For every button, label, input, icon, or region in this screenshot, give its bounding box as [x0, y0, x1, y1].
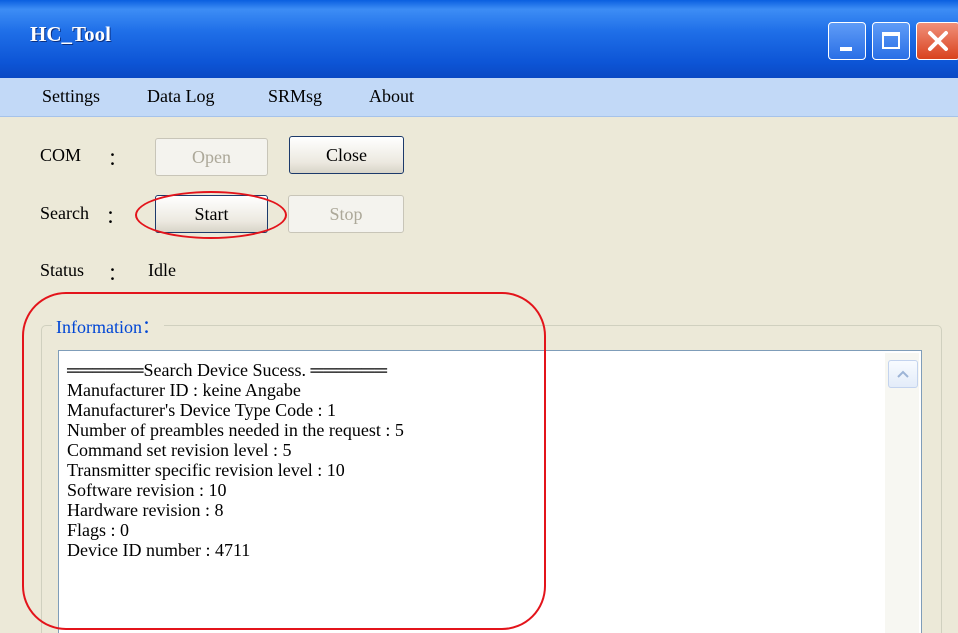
close-icon: [917, 23, 958, 59]
close-button[interactable]: Close: [289, 136, 404, 174]
start-button-highlight: [135, 191, 287, 239]
open-button[interactable]: Open: [155, 138, 268, 176]
information-highlight: [22, 292, 546, 630]
menu-settings[interactable]: Settings: [42, 86, 100, 107]
minimize-icon: [840, 47, 852, 51]
close-window-button[interactable]: [916, 22, 958, 60]
menu-about[interactable]: About: [369, 86, 414, 107]
search-label: Search: [40, 203, 89, 223]
stop-button[interactable]: Stop: [288, 195, 404, 233]
maximize-button[interactable]: [872, 22, 910, 60]
menu-bar: Settings Data Log SRMsg About: [0, 78, 958, 117]
vertical-scrollbar[interactable]: [885, 353, 919, 633]
status-value: Idle: [148, 260, 176, 280]
search-colon: ：: [106, 207, 124, 227]
menu-srmsg[interactable]: SRMsg: [268, 86, 322, 107]
minimize-button[interactable]: [828, 22, 866, 60]
maximize-icon: [882, 32, 900, 49]
window-title: HC_Tool: [30, 22, 111, 46]
com-label: COM: [40, 145, 82, 165]
menu-data-log[interactable]: Data Log: [147, 86, 214, 107]
app-window: HC_Tool Settings Data Log SRMsg About CO…: [0, 0, 958, 633]
status-label: Status: [40, 260, 85, 280]
title-bar[interactable]: HC_Tool: [0, 0, 958, 78]
scroll-up-button[interactable]: [888, 360, 918, 388]
com-colon: ：: [108, 149, 126, 169]
scroll-up-arrow-icon: [897, 370, 909, 378]
status-colon: ：: [108, 264, 126, 284]
